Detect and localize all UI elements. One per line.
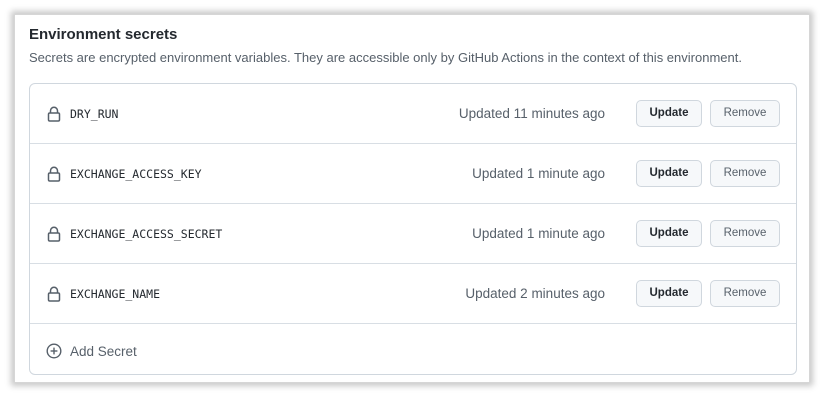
update-secret-button[interactable]: Update	[636, 220, 702, 247]
section-description: Secrets are encrypted environment variab…	[29, 50, 742, 65]
section-title: Environment secrets	[29, 26, 178, 43]
secret-name: EXCHANGE_ACCESS_SECRET	[70, 227, 223, 241]
update-secret-button[interactable]: Update	[636, 280, 702, 307]
secret-row: EXCHANGE_ACCESS_SECRET Updated 1 minute …	[30, 204, 796, 264]
environment-secrets-panel: Environment secrets Secrets are encrypte…	[14, 14, 810, 383]
remove-secret-button[interactable]: Remove	[710, 160, 780, 187]
secret-name: DRY_RUN	[70, 107, 119, 121]
lock-icon	[47, 226, 61, 242]
secret-row: EXCHANGE_ACCESS_KEY Updated 1 minute ago…	[30, 144, 796, 204]
secret-updated-time: Updated 1 minute ago	[472, 166, 605, 181]
update-secret-button[interactable]: Update	[636, 160, 702, 187]
screenshot-frame: Environment secrets Secrets are encrypte…	[0, 0, 830, 405]
lock-icon	[47, 286, 61, 302]
secret-row: DRY_RUN Updated 11 minutes ago Update Re…	[30, 84, 796, 144]
lock-icon	[47, 166, 61, 182]
remove-secret-button[interactable]: Remove	[710, 280, 780, 307]
secret-row: EXCHANGE_NAME Updated 2 minutes ago Upda…	[30, 264, 796, 324]
add-secret-label: Add Secret	[70, 343, 137, 359]
update-secret-button[interactable]: Update	[636, 100, 702, 127]
add-secret-link[interactable]: Add Secret	[46, 343, 137, 359]
secret-name: EXCHANGE_ACCESS_KEY	[70, 167, 202, 181]
secret-updated-time: Updated 11 minutes ago	[458, 106, 605, 121]
add-secret-row: Add Secret	[30, 324, 796, 380]
plus-circle-icon	[46, 343, 62, 359]
remove-secret-button[interactable]: Remove	[710, 100, 780, 127]
secrets-list: DRY_RUN Updated 11 minutes ago Update Re…	[29, 83, 797, 375]
secret-name: EXCHANGE_NAME	[70, 287, 161, 301]
remove-secret-button[interactable]: Remove	[710, 220, 780, 247]
secret-updated-time: Updated 1 minute ago	[472, 226, 605, 241]
lock-icon	[47, 106, 61, 122]
secret-updated-time: Updated 2 minutes ago	[465, 286, 605, 301]
